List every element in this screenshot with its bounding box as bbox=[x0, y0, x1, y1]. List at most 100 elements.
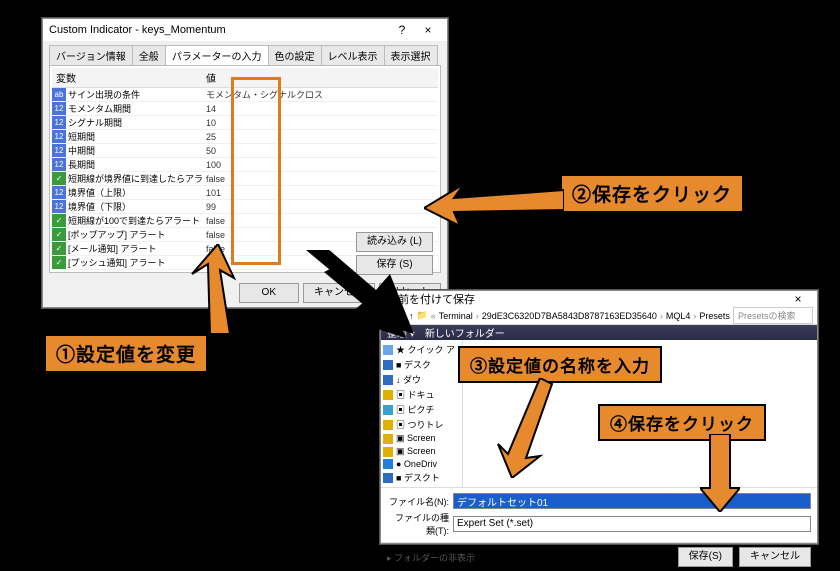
type-icon: 12 bbox=[52, 102, 66, 115]
table-row[interactable]: 12境界値（下限）99 bbox=[52, 200, 438, 214]
tab-general[interactable]: 全般 bbox=[132, 45, 166, 65]
save-confirm-button[interactable]: 保存(S) bbox=[678, 547, 733, 567]
param-name: 境界値（上限） bbox=[66, 186, 202, 199]
param-value[interactable]: false bbox=[202, 172, 438, 185]
table-row[interactable]: 12短期間25 bbox=[52, 130, 438, 144]
filename-input[interactable] bbox=[453, 493, 811, 509]
tree-icon bbox=[383, 375, 393, 385]
param-value[interactable]: 99 bbox=[202, 200, 438, 213]
tree-item[interactable]: ■ デスクト bbox=[383, 470, 460, 485]
param-name: [ポップアップ] アラート bbox=[66, 228, 202, 241]
type-icon: 12 bbox=[52, 116, 66, 129]
callout-3: ③設定値の名称を入力 bbox=[458, 346, 662, 383]
col-name: 変数 bbox=[52, 68, 202, 87]
big-arrow bbox=[296, 250, 416, 363]
param-value[interactable]: 14 bbox=[202, 102, 438, 115]
table-row[interactable]: 12モメンタム期間14 bbox=[52, 102, 438, 116]
param-name: 短期線が100で到達たらアラート bbox=[66, 214, 202, 227]
tab-version[interactable]: バージョン情報 bbox=[49, 45, 133, 65]
param-value[interactable]: 25 bbox=[202, 130, 438, 143]
type-icon: ✓ bbox=[52, 256, 66, 269]
save-toolbar: 整理 ▾ 新しいフォルダー bbox=[381, 325, 817, 340]
arrow-4 bbox=[700, 434, 740, 512]
tree-item[interactable]: ▣ Screen bbox=[383, 445, 460, 458]
help-icon[interactable]: ? bbox=[389, 23, 415, 37]
param-name: 短期間 bbox=[66, 130, 202, 143]
param-value[interactable]: 50 bbox=[202, 144, 438, 157]
table-row[interactable]: 12シグナル期間10 bbox=[52, 116, 438, 130]
param-name: 短期線が境界値に到達したらアラート bbox=[66, 172, 202, 185]
load-button[interactable]: 読み込み (L) bbox=[356, 232, 433, 252]
tab-colors[interactable]: 色の設定 bbox=[268, 45, 322, 65]
dialog-title: Custom Indicator - keys_Momentum bbox=[49, 24, 389, 36]
save-cancel-button[interactable]: キャンセル bbox=[739, 547, 811, 567]
type-icon: ✓ bbox=[52, 228, 66, 241]
arrow-2 bbox=[424, 180, 564, 230]
tab-parameters[interactable]: パラメーターの入力 bbox=[165, 45, 269, 65]
param-value[interactable]: false bbox=[202, 214, 438, 227]
tree-item[interactable]: ▣ つりトレ bbox=[383, 417, 460, 432]
table-row[interactable]: 12境界値（上限）101 bbox=[52, 186, 438, 200]
tree-label: ■ デスクト bbox=[396, 471, 440, 484]
tab-display[interactable]: 表示選択 bbox=[384, 45, 438, 65]
param-value[interactable]: 10 bbox=[202, 116, 438, 129]
type-icon: ✓ bbox=[52, 242, 66, 255]
parameter-panel: 変数 値 abサイン出現の条件モメンタム・シグナルクロス12モメンタム期間141… bbox=[49, 65, 441, 273]
save-close-icon[interactable]: × bbox=[785, 292, 811, 306]
folders-toggle[interactable]: ▸ フォルダーの非表示 bbox=[387, 551, 475, 564]
table-row[interactable]: abサイン出現の条件モメンタム・シグナルクロス bbox=[52, 88, 438, 102]
callout-4: ④保存をクリック bbox=[598, 404, 766, 441]
tree-icon bbox=[383, 434, 393, 444]
breadcrumb: ← → ↑ 📁 « Terminal› 29dE3C6320D7BA5843D8… bbox=[381, 307, 817, 325]
filename-label: ファイル名(N): bbox=[387, 495, 449, 508]
type-icon: 12 bbox=[52, 144, 66, 157]
crumb-0[interactable]: Terminal bbox=[439, 311, 473, 321]
param-value[interactable]: 101 bbox=[202, 186, 438, 199]
tree-icon bbox=[383, 390, 393, 400]
grid-header: 変数 値 bbox=[52, 68, 438, 88]
tab-levels[interactable]: レベル表示 bbox=[321, 45, 385, 65]
filetype-select[interactable]: Expert Set (*.set) bbox=[453, 516, 811, 532]
param-name: モメンタム期間 bbox=[66, 102, 202, 115]
type-icon: ab bbox=[52, 88, 66, 101]
arrow-3 bbox=[490, 378, 560, 478]
tree-icon bbox=[383, 447, 393, 457]
param-name: 長期間 bbox=[66, 158, 202, 171]
type-icon: 12 bbox=[52, 158, 66, 171]
tree-icon bbox=[383, 473, 393, 483]
search-input[interactable]: Presetsの検索 bbox=[733, 307, 813, 324]
save-title: 名前を付けて保存 bbox=[387, 291, 785, 307]
col-value: 値 bbox=[202, 68, 438, 87]
tab-bar: バージョン情報 全般 パラメーターの入力 色の設定 レベル表示 表示選択 bbox=[43, 41, 447, 65]
tree-item[interactable]: ● OneDriv bbox=[383, 458, 460, 470]
filetype-label: ファイルの種類(T): bbox=[387, 511, 449, 537]
tree-label: ● OneDriv bbox=[396, 459, 437, 469]
save-form: ファイル名(N): ファイルの種類(T): Expert Set (*.set) bbox=[381, 487, 817, 542]
save-titlebar: 名前を付けて保存 × bbox=[381, 291, 817, 307]
param-value[interactable]: 100 bbox=[202, 158, 438, 171]
tree-icon bbox=[383, 420, 393, 430]
callout-2: ②保存をクリック bbox=[560, 174, 744, 213]
close-icon[interactable]: × bbox=[415, 23, 441, 37]
param-name: 中期間 bbox=[66, 144, 202, 157]
ok-button[interactable]: OK bbox=[239, 283, 299, 303]
tree-icon bbox=[383, 459, 393, 469]
tree-label: ▣ Screen bbox=[396, 446, 436, 457]
crumb-3[interactable]: Presets bbox=[699, 311, 730, 321]
tree-item[interactable]: ↓ ダウ bbox=[383, 372, 460, 387]
type-icon: ✓ bbox=[52, 214, 66, 227]
table-row[interactable]: 12長期間100 bbox=[52, 158, 438, 172]
crumb-1[interactable]: 29dE3C6320D7BA5843D8787163ED35640 bbox=[482, 311, 657, 321]
new-folder-button[interactable]: 新しいフォルダー bbox=[425, 325, 505, 340]
tree-label: ▣ ピクチ bbox=[396, 403, 435, 416]
table-row[interactable]: ✓短期線が境界値に到達したらアラートfalse bbox=[52, 172, 438, 186]
param-value[interactable]: モメンタム・シグナルクロス bbox=[202, 88, 438, 101]
table-row[interactable]: ✓短期線が100で到達たらアラートfalse bbox=[52, 214, 438, 228]
table-row[interactable]: 12中期間50 bbox=[52, 144, 438, 158]
tree-item[interactable]: ▣ ドキュ bbox=[383, 387, 460, 402]
tree-item[interactable]: ▣ Screen bbox=[383, 432, 460, 445]
type-icon: 12 bbox=[52, 200, 66, 213]
crumb-2[interactable]: MQL4 bbox=[666, 311, 691, 321]
tree-item[interactable]: ▣ ピクチ bbox=[383, 402, 460, 417]
type-icon: 12 bbox=[52, 130, 66, 143]
